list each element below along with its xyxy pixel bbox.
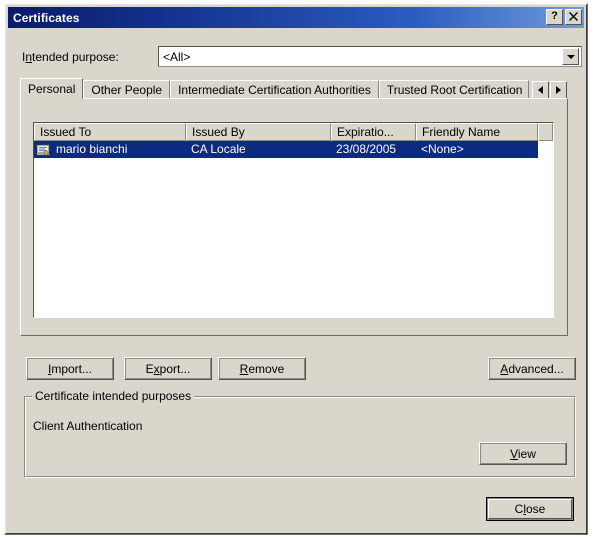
- view-label-accel: V: [510, 446, 518, 461]
- purpose-label-post: tended purpose:: [32, 50, 119, 64]
- table-row[interactable]: mario bianchi CA Locale 23/08/2005 <None…: [34, 141, 553, 158]
- help-button[interactable]: ?: [546, 9, 563, 25]
- import-button[interactable]: Import...: [26, 357, 114, 380]
- cell-issued-to: mario bianchi: [56, 142, 128, 156]
- tab-strip: Personal Other People Intermediate Certi…: [20, 78, 568, 99]
- chevron-right-icon[interactable]: [549, 81, 567, 99]
- remove-button[interactable]: Remove: [218, 357, 306, 380]
- list-body: mario bianchi CA Locale 23/08/2005 <None…: [34, 141, 553, 317]
- certificate-intended-purposes-group: [24, 396, 576, 478]
- title-bar-buttons: ?: [546, 9, 582, 25]
- certificates-dialog: Certificates ? Intended purpose: <All> P…: [4, 3, 588, 535]
- column-header-friendly-name[interactable]: Friendly Name: [416, 123, 538, 141]
- view-label-post: iew: [517, 446, 536, 461]
- tab-personal-label: Personal: [28, 82, 76, 96]
- cell-friendly-name: <None>: [421, 142, 464, 156]
- column-header-spacer[interactable]: [538, 123, 553, 141]
- cell-expiration: 23/08/2005: [336, 142, 397, 156]
- certificates-list[interactable]: Issued To Issued By Expiratio... Friendl…: [33, 122, 554, 318]
- advanced-label-post: dvanced...: [508, 361, 564, 376]
- close-label-pre: C: [514, 502, 524, 516]
- column-header-issued-to[interactable]: Issued To: [34, 123, 186, 141]
- chevron-left-icon[interactable]: [531, 81, 549, 99]
- tab-personal[interactable]: Personal: [20, 78, 84, 99]
- chevron-down-icon[interactable]: [562, 48, 579, 65]
- window-title: Certificates: [13, 10, 80, 25]
- tab-intermediate-label: Intermediate Certification Authorities: [178, 83, 371, 97]
- intended-purpose-label: Intended purpose:: [22, 50, 119, 64]
- import-label-post: mport...: [51, 361, 93, 376]
- certificate-icon: [36, 143, 50, 156]
- column-header-issued-by[interactable]: Issued By: [186, 123, 331, 141]
- group-inner-frame: [25, 397, 575, 477]
- remove-label-accel: R: [239, 361, 249, 376]
- advanced-button[interactable]: Advanced...: [488, 357, 576, 380]
- export-label-pre: E: [145, 361, 154, 376]
- remove-label-post: emove: [248, 361, 285, 376]
- tab-trusted-root-certification[interactable]: Trusted Root Certification: [378, 80, 529, 99]
- close-icon-button[interactable]: [565, 9, 582, 25]
- export-button[interactable]: Export...: [124, 357, 212, 380]
- close-label-post: ose: [525, 502, 546, 516]
- close-button[interactable]: Close: [486, 497, 574, 521]
- group-title: Certificate intended purposes: [32, 389, 195, 403]
- dialog-inner-frame: Certificates ? Intended purpose: <All> P…: [5, 4, 587, 534]
- intended-purpose-value: <All>: [163, 49, 191, 64]
- intended-purpose-combobox[interactable]: <All>: [158, 46, 582, 67]
- cell-issued-by: CA Locale: [191, 142, 246, 156]
- title-bar[interactable]: Certificates ?: [8, 7, 584, 28]
- tab-other-people-label: Other People: [91, 83, 163, 97]
- intended-purposes-text: Client Authentication: [33, 419, 143, 433]
- export-label-post: port...: [159, 361, 191, 376]
- view-button[interactable]: View: [479, 442, 567, 465]
- tab-panel-personal: Issued To Issued By Expiratio... Friendl…: [20, 98, 568, 336]
- list-header-row: Issued To Issued By Expiratio... Friendl…: [34, 123, 553, 141]
- column-header-expiration[interactable]: Expiratio...: [331, 123, 416, 141]
- tab-scroll-buttons: [531, 81, 567, 99]
- tab-intermediate-certification-authorities[interactable]: Intermediate Certification Authorities: [170, 80, 379, 99]
- tab-trusted-root-label: Trusted Root Certification: [386, 83, 523, 97]
- tab-other-people[interactable]: Other People: [83, 80, 171, 99]
